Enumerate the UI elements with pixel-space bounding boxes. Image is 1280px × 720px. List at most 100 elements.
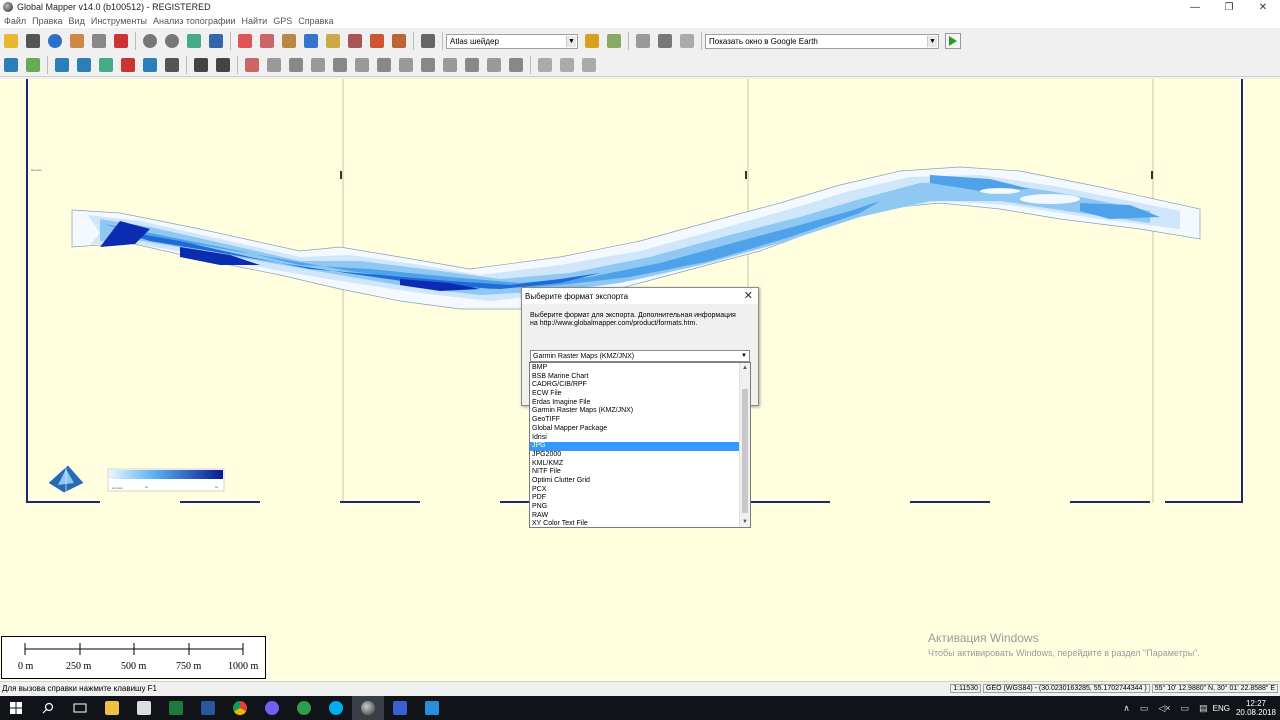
format-option[interactable]: Optimi Clutter Grid [530, 477, 740, 486]
lidar-button[interactable] [677, 31, 697, 51]
feature-button-1[interactable] [242, 55, 262, 75]
menu-search[interactable]: Найти [242, 16, 268, 26]
digitize-button-7[interactable] [140, 55, 160, 75]
minimize-button[interactable]: — [1178, 0, 1212, 14]
home-button[interactable] [206, 31, 226, 51]
feature-button-3[interactable] [286, 55, 306, 75]
taskbar-chrome[interactable] [224, 696, 256, 720]
taskbar-maps[interactable] [288, 696, 320, 720]
maximize-button[interactable]: ❐ [1212, 0, 1246, 14]
feature-button-15[interactable] [557, 55, 577, 75]
taskbar-plane-app[interactable] [416, 696, 448, 720]
filter-button[interactable] [389, 31, 409, 51]
digitize-button-4[interactable] [74, 55, 94, 75]
shader-settings-button[interactable] [582, 31, 602, 51]
globe-button[interactable] [45, 31, 65, 51]
scroll-up-icon[interactable]: ▲ [740, 363, 750, 373]
select-button[interactable] [235, 31, 255, 51]
battery-icon[interactable]: ▭ [1140, 703, 1149, 714]
print-button[interactable] [89, 31, 109, 51]
format-option[interactable]: JPG [530, 442, 740, 451]
draw-button[interactable] [367, 31, 387, 51]
menu-edit[interactable]: Правка [32, 16, 62, 26]
format-option[interactable]: RAW [530, 512, 740, 521]
google-earth-select[interactable]: Показать окно в Google Earth ▼ [705, 33, 939, 49]
digitize-button-1[interactable] [1, 55, 21, 75]
taskbar-skype[interactable] [320, 696, 352, 720]
scroll-down-icon[interactable]: ▼ [740, 517, 750, 527]
feature-button-7[interactable] [374, 55, 394, 75]
format-option[interactable]: Idrisi [530, 434, 740, 443]
tools-button[interactable] [111, 31, 131, 51]
language-indicator[interactable]: ENG [1213, 704, 1230, 713]
dialog-close-button[interactable]: ✕ [744, 289, 753, 302]
network-icon[interactable]: ▭ [1181, 703, 1190, 714]
speaker-icon[interactable]: ◁× [1158, 703, 1170, 714]
start-button[interactable] [0, 696, 32, 720]
digitize-button-5[interactable] [96, 55, 116, 75]
gps-button[interactable] [418, 31, 438, 51]
feature-button-5[interactable] [330, 55, 350, 75]
overlay-button[interactable] [67, 31, 87, 51]
format-option[interactable]: KML/KMZ [530, 460, 740, 469]
profile-button[interactable] [633, 31, 653, 51]
shader-select[interactable]: Atlas шейдер ▼ [446, 33, 578, 49]
format-option[interactable]: JPG2000 [530, 451, 740, 460]
capture-button[interactable] [323, 31, 343, 51]
format-option[interactable]: BMP [530, 364, 740, 373]
taskbar-excel[interactable] [160, 696, 192, 720]
pan-button[interactable] [257, 31, 277, 51]
feature-button-11[interactable] [462, 55, 482, 75]
play-button[interactable] [945, 33, 961, 49]
taskbar-viber[interactable] [256, 696, 288, 720]
digitize-button-6[interactable] [118, 55, 138, 75]
feature-button-12[interactable] [484, 55, 504, 75]
info-button[interactable] [301, 31, 321, 51]
taskbar-explorer[interactable] [96, 696, 128, 720]
taskbar-calculator[interactable] [128, 696, 160, 720]
point-button[interactable] [191, 55, 211, 75]
save-button[interactable] [23, 31, 43, 51]
format-option[interactable]: ECW File [530, 390, 740, 399]
menu-view[interactable]: Вид [69, 16, 85, 26]
digitize-button-3[interactable] [52, 55, 72, 75]
format-option[interactable]: GeoTIFF [530, 416, 740, 425]
zoom-layer-button[interactable] [184, 31, 204, 51]
search-button[interactable] [32, 696, 64, 720]
menu-file[interactable]: Файл [4, 16, 26, 26]
zoom-in-button[interactable] [140, 31, 160, 51]
format-option[interactable]: NITF File [530, 468, 740, 477]
format-option[interactable]: PCX [530, 486, 740, 495]
menu-tools[interactable]: Инструменты [91, 16, 147, 26]
format-option[interactable]: PNG [530, 503, 740, 512]
format-option[interactable]: XY Color Text File [530, 520, 740, 529]
path-button[interactable] [345, 31, 365, 51]
dropdown-scrollbar[interactable]: ▲ ▼ [739, 363, 750, 527]
digitize-button-8[interactable] [162, 55, 182, 75]
menu-terrain-analysis[interactable]: Анализ топографии [153, 16, 236, 26]
close-button[interactable]: ✕ [1246, 0, 1280, 14]
menu-gps[interactable]: GPS [273, 16, 292, 26]
open-button[interactable] [1, 31, 21, 51]
feature-button-2[interactable] [264, 55, 284, 75]
format-option[interactable]: Garmin Raster Maps (KMZ/JNX) [530, 407, 740, 416]
feature-button-13[interactable] [506, 55, 526, 75]
lighting-button[interactable] [604, 31, 624, 51]
feature-button-6[interactable] [352, 55, 372, 75]
chevron-up-icon[interactable]: ∧ [1123, 703, 1130, 714]
digitize-button-2[interactable] [23, 55, 43, 75]
menu-help[interactable]: Справка [298, 16, 333, 26]
feature-button-4[interactable] [308, 55, 328, 75]
scroll-thumb[interactable] [742, 389, 748, 513]
format-dropdown-list[interactable]: BMP BSB Marine Chart CADRG/CIB/RPF ECW File… [529, 362, 751, 528]
format-option[interactable]: Erdas Imagine File [530, 399, 740, 408]
feature-button-10[interactable] [440, 55, 460, 75]
feature-button-16[interactable] [579, 55, 599, 75]
measure-button[interactable] [279, 31, 299, 51]
format-option[interactable]: CADRG/CIB/RPF [530, 381, 740, 390]
add-point-button[interactable] [213, 55, 233, 75]
format-option[interactable]: BSB Marine Chart [530, 373, 740, 382]
task-view-button[interactable] [64, 696, 96, 720]
taskbar-save-app[interactable] [384, 696, 416, 720]
taskbar-global-mapper[interactable] [352, 696, 384, 720]
